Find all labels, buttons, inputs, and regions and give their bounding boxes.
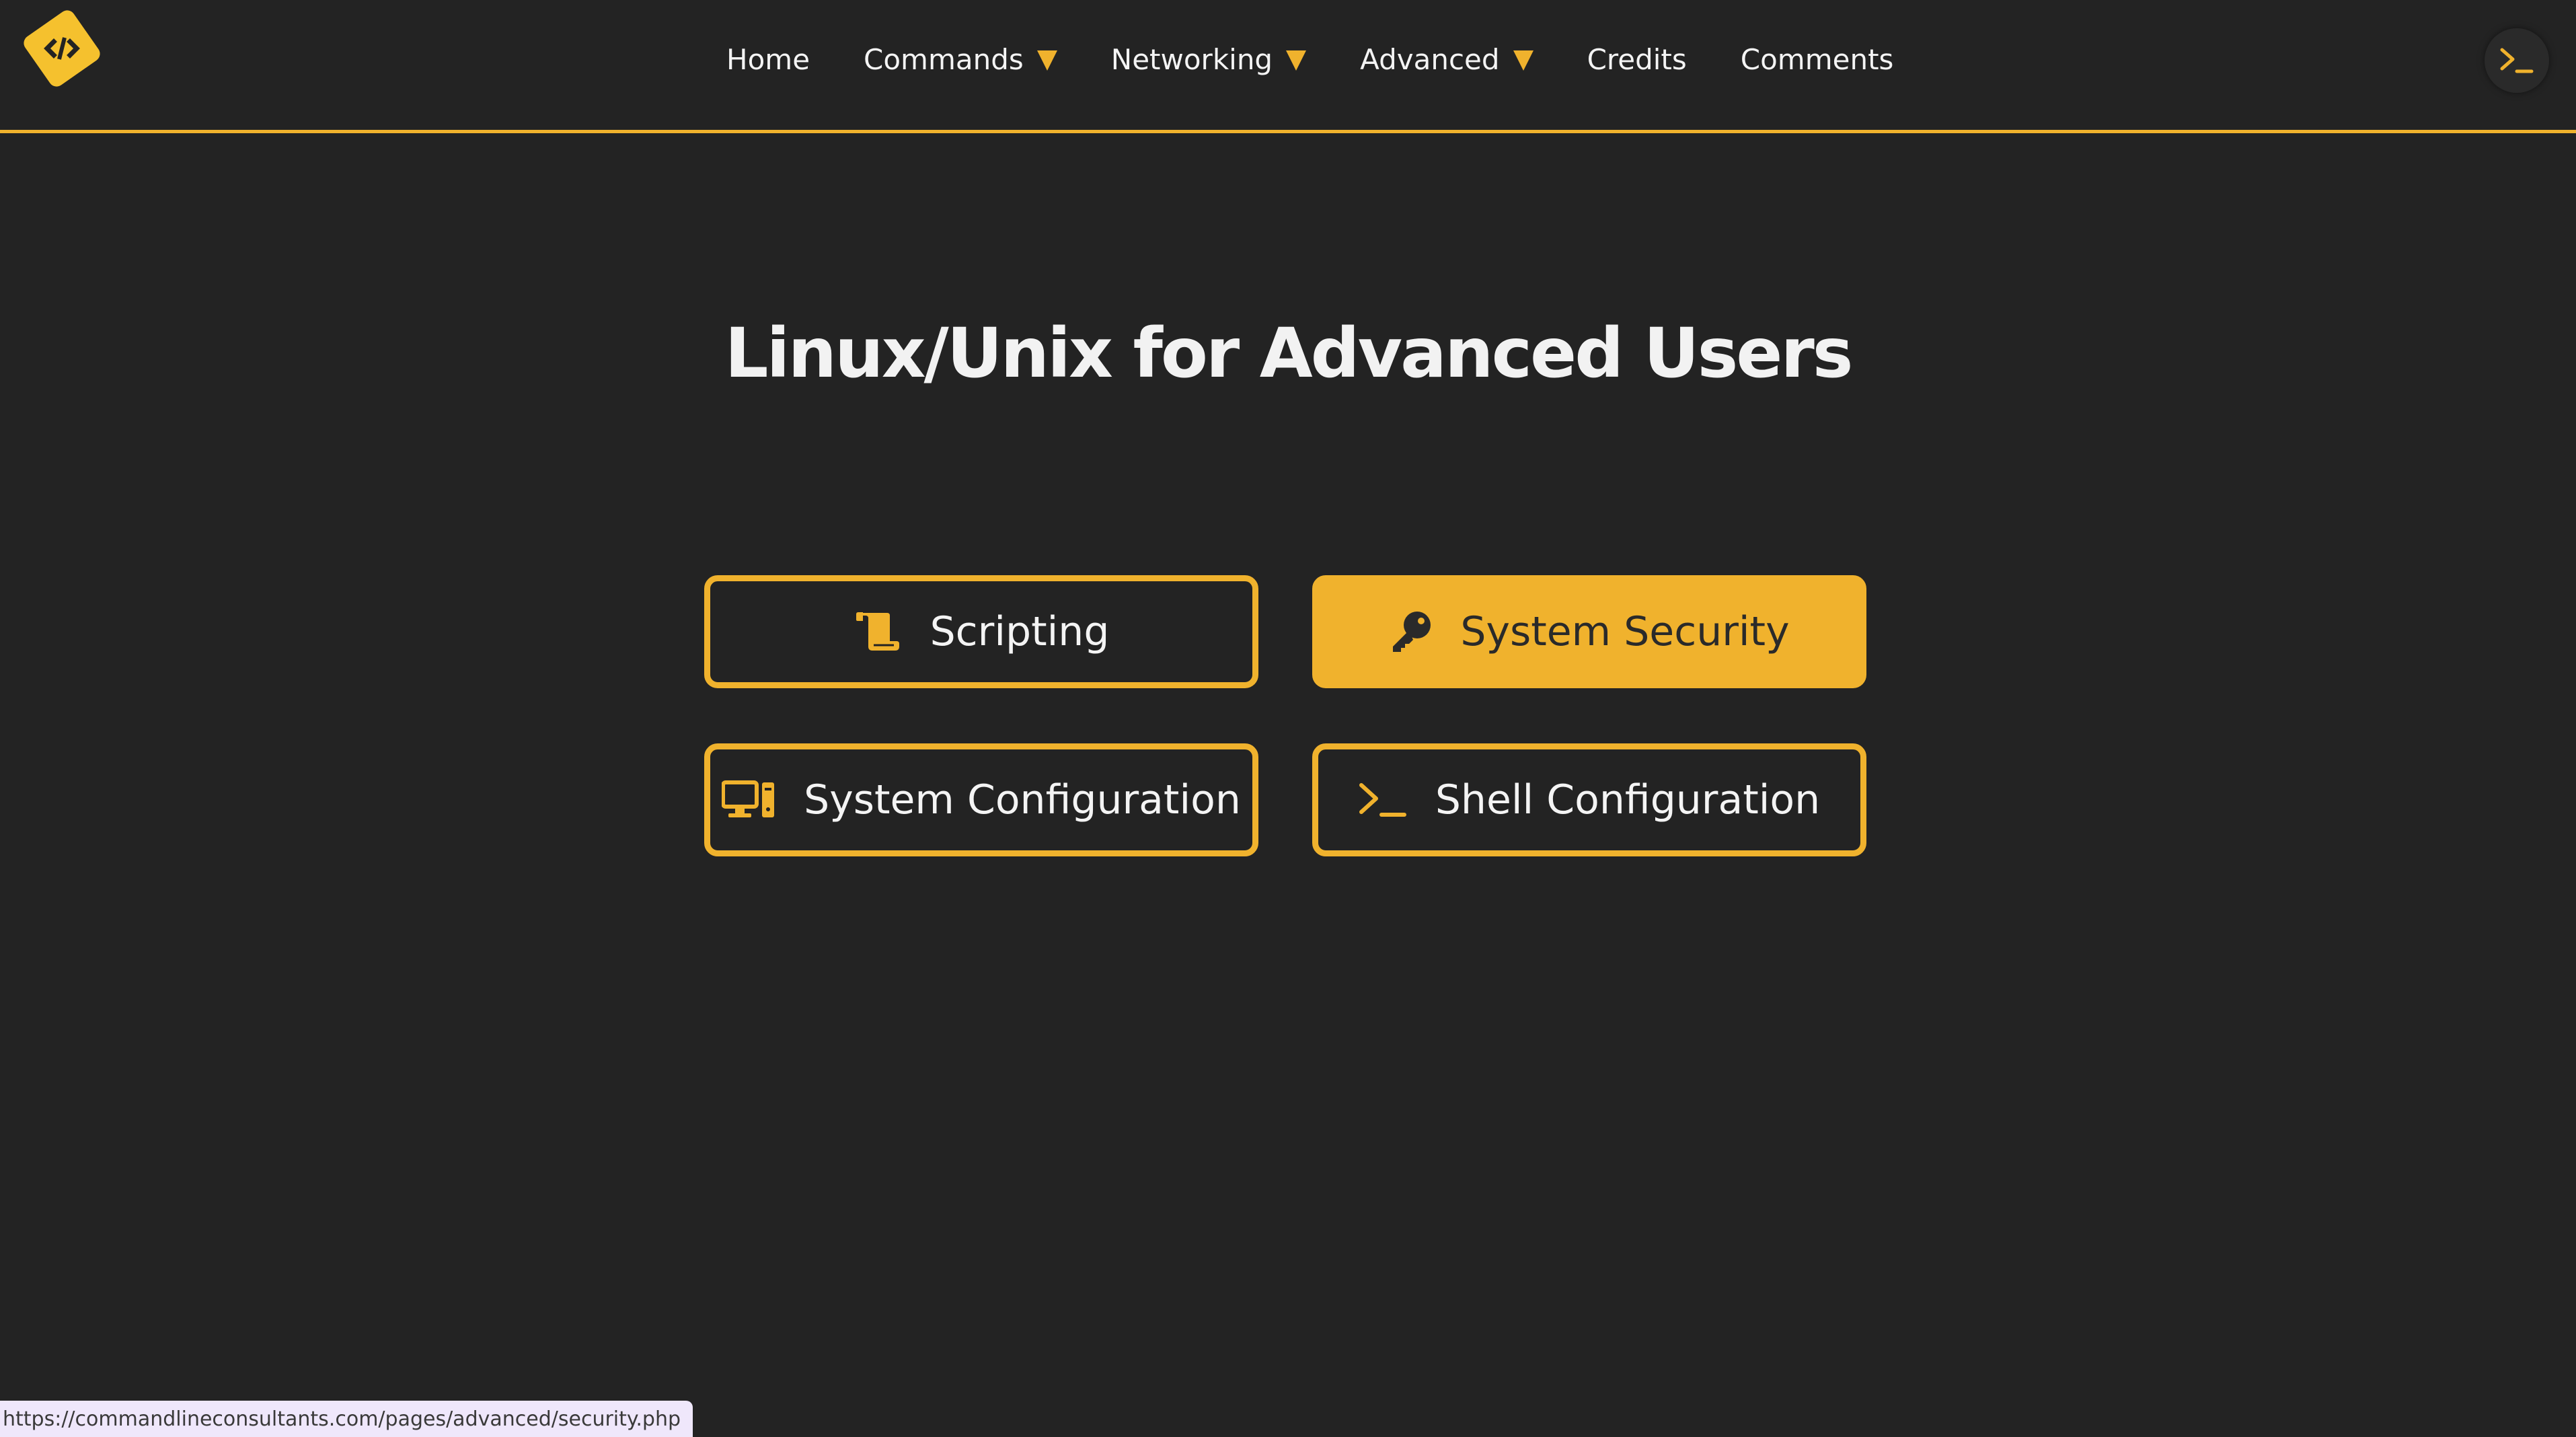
caret-down-icon [1513, 50, 1533, 71]
terminal-button[interactable] [2485, 28, 2549, 93]
nav-comments-label: Comments [1740, 42, 1894, 76]
nav-home-label: Home [726, 42, 810, 76]
nav-networking-label: Networking [1110, 42, 1273, 76]
caret-down-icon [1286, 50, 1307, 71]
nav-commands-label: Commands [864, 42, 1024, 76]
shell-configuration-label: Shell Configuration [1435, 776, 1821, 823]
system-security-button[interactable]: System Security [1312, 575, 1866, 688]
nav-advanced-label: Advanced [1360, 42, 1500, 76]
status-url: https://commandlineconsultants.com/pages… [3, 1407, 681, 1431]
system-security-label: System Security [1460, 608, 1790, 655]
main-nav: Home Commands Networking Advanced Credit… [726, 0, 1893, 118]
nav-comments[interactable]: Comments [1741, 43, 1894, 76]
nav-commands[interactable]: Commands [864, 43, 1057, 76]
site-logo[interactable] [20, 7, 104, 90]
scripting-label: Scripting [930, 608, 1110, 655]
shell-configuration-button[interactable]: Shell Configuration [1312, 743, 1866, 856]
code-brackets-icon [44, 37, 80, 60]
system-configuration-label: System Configuration [804, 776, 1241, 823]
nav-home[interactable]: Home [726, 43, 810, 76]
caret-down-icon [1036, 50, 1057, 71]
system-configuration-button[interactable]: System Configuration [704, 743, 1258, 856]
page-title: Linux/Unix for Advanced Users [724, 314, 1854, 394]
nav-networking[interactable]: Networking [1110, 42, 1307, 76]
site-header: Home Commands Networking Advanced Credit… [0, 0, 2576, 133]
scripting-button[interactable]: Scripting [704, 575, 1258, 688]
nav-credits-label: Credits [1587, 42, 1687, 76]
link-status-bar: https://commandlineconsultants.com/pages… [0, 1401, 693, 1437]
key-icon [1389, 610, 1432, 653]
nav-credits[interactable]: Credits [1587, 43, 1687, 76]
scroll-icon [854, 612, 902, 652]
terminal-prompt-icon [1359, 781, 1407, 819]
desktop-computer-icon [722, 780, 775, 820]
nav-advanced[interactable]: Advanced [1360, 43, 1533, 76]
terminal-prompt-icon [2500, 48, 2534, 73]
